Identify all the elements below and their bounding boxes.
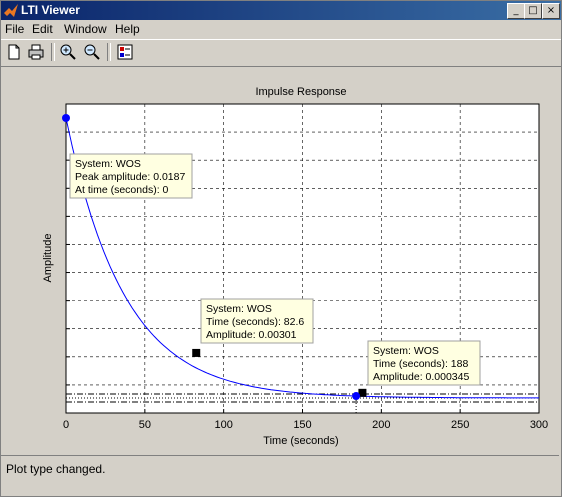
toolbar-separator [107, 43, 111, 61]
chart-title: Impulse Response [255, 86, 346, 98]
settling-time-marker [352, 392, 361, 401]
x-tick-label: 50 [139, 419, 151, 431]
toolbar-separator [51, 43, 55, 61]
datatip-text: System: WOS [373, 345, 439, 357]
x-tick-label: 300 [530, 419, 548, 431]
menu-edit[interactable]: Edit [32, 22, 53, 36]
datatip-text: Time (seconds): 188 [373, 358, 468, 370]
maximize-icon[interactable]: □ [524, 3, 542, 19]
x-axis-label: Time (seconds) [263, 435, 338, 447]
impulse-response-chart[interactable]: Impulse Response 0 50 100 150 200 250 300 Syst… [1, 67, 559, 454]
new-icon[interactable] [4, 42, 24, 62]
menu-help[interactable]: Help [115, 22, 140, 36]
window-title: LTI Viewer [21, 3, 80, 17]
menu-window[interactable]: Window [64, 22, 107, 36]
datatip-text: Amplitude: 0.00301 [206, 329, 297, 341]
datatip-text: Peak amplitude: 0.0187 [75, 171, 185, 183]
menu-file[interactable]: File [5, 22, 24, 36]
print-icon[interactable] [26, 42, 46, 62]
status-bar: Plot type changed. [1, 455, 559, 494]
datatip-text: System: WOS [206, 303, 272, 315]
x-tick-label: 150 [293, 419, 311, 431]
y-axis-label: Amplitude [42, 234, 54, 283]
datatip-text: Time (seconds): 82.6 [206, 316, 304, 328]
plot-configuration-icon[interactable] [115, 42, 135, 62]
title-bar[interactable]: LTI Viewer _ □ × [1, 1, 561, 20]
zoom-out-icon[interactable] [82, 42, 102, 62]
menu-bar: File Edit Window Help [1, 20, 561, 39]
x-tick-label: 100 [214, 419, 232, 431]
toolbar [1, 39, 561, 67]
x-tick-label: 200 [372, 419, 390, 431]
status-text: Plot type changed. [6, 462, 106, 476]
figure-area: Impulse Response 0 50 100 150 200 250 300 Syst… [1, 67, 559, 454]
zoom-in-icon[interactable] [58, 42, 78, 62]
datatip-text: System: WOS [75, 158, 141, 170]
close-icon[interactable]: × [542, 3, 560, 19]
x-tick-label: 0 [63, 419, 69, 431]
datatip-text: Amplitude: 0.000345 [373, 371, 469, 383]
datatip-text: At time (seconds): 0 [75, 184, 169, 196]
datatip-marker [192, 348, 201, 357]
x-tick-label: 250 [451, 419, 469, 431]
matlab-logo-icon [4, 4, 18, 17]
datatip-marker [62, 114, 70, 122]
lti-viewer-window: LTI Viewer _ □ × File Edit Window Help I… [0, 0, 562, 497]
minimize-icon[interactable]: _ [507, 3, 525, 19]
